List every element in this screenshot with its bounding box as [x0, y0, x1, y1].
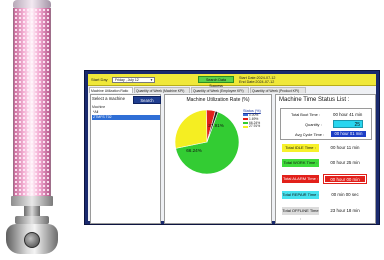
status-panel-title: Machine Time Status List :	[279, 97, 350, 103]
avg-cycle-label: Avg Cycle Time :	[295, 132, 325, 137]
monitoring-app-window: Start Day Friday , July 12 ▼ Search Data…	[84, 70, 380, 225]
legend-label: 27.91%	[249, 124, 261, 129]
machine-list[interactable]: *All ZTMFS T02	[92, 110, 160, 120]
work-time-label: Total WORK Time :	[282, 159, 319, 167]
repair-time-value: 00 min 00 sec	[331, 192, 359, 197]
tower-light-base	[15, 216, 49, 224]
chevron-down-icon[interactable]: ▼	[150, 78, 153, 82]
legend-swatch	[243, 125, 248, 128]
legend-swatch	[243, 121, 248, 124]
total-boot-value: 00 hour 41 min	[333, 111, 363, 117]
pie-label-1: 27.91%	[208, 123, 224, 128]
legend-swatch	[243, 114, 248, 117]
chart-legend: Status (%) 0.00% 1.69% 66.24% 27.91%	[243, 109, 271, 129]
utilization-pie-chart: 66.24% 27.91%	[174, 109, 240, 175]
quantity-label: Quantity :	[305, 122, 322, 127]
tab-bar: Machine Utilization Ratio Quantity of We…	[89, 87, 371, 93]
start-day-picker[interactable]: Friday , July 12 ▼	[112, 76, 155, 83]
tab-product-kpi[interactable]: Quantity of Week (Product KPI)	[250, 87, 306, 93]
search-button[interactable]: Search	[133, 96, 161, 104]
tower-light-neck	[24, 206, 40, 216]
start-day-value: Friday , July 12	[115, 78, 139, 82]
date-range: Start Date:2024-07-12 End Date:2024-07-1…	[239, 76, 276, 85]
offline-time-value: 23 hour 18 min	[330, 208, 360, 213]
work-time-value: 00 hour 25 min	[330, 160, 360, 165]
pie-slice-1	[174, 109, 208, 149]
alarm-time-value: 00 hour 00 min	[323, 174, 367, 184]
select-machine-label: Select a machine	[92, 96, 125, 101]
product-scene: Start Day Friday , July 12 ▼ Search Data…	[0, 0, 384, 260]
repair-time-label: Total REPAIR Time :	[282, 191, 319, 199]
total-boot-label: Total Boot Time :	[291, 112, 320, 117]
idle-time-value: 00 hour 11 min	[330, 145, 360, 150]
avg-cycle-value: 00 hour 01 min	[331, 131, 366, 137]
tab-machine-kpi[interactable]: Quantity of Week (Machine KPI)	[134, 87, 190, 93]
time-status-panel: Machine Time Status List : Total Boot Ti…	[275, 94, 376, 224]
search-data-button[interactable]: Search Data Success	[198, 76, 234, 88]
date-toolbar: Start Day Friday , July 12 ▼ Search Data…	[88, 74, 376, 88]
legend-entry: 27.91%	[243, 124, 271, 129]
tower-light-cap	[13, 0, 51, 8]
tab-employee-kpi[interactable]: Quantity of Week (Employee KPI)	[191, 87, 249, 93]
machine-select-panel: Select a machine Search Machine *All ZTM…	[90, 94, 161, 224]
quantity-value: 25	[333, 120, 363, 128]
utilization-chart-panel: Machine Utilization Rate (%) 66.24% 27.91…	[164, 94, 272, 224]
pie-label-0: 66.24%	[186, 148, 202, 153]
app-content: Start Day Friday , July 12 ▼ Search Data…	[88, 74, 376, 224]
end-date-text: End Date:2024-07-12	[239, 79, 275, 84]
tower-light-ring	[11, 196, 53, 206]
legend-swatch	[243, 117, 248, 120]
machine-column-header: Machine	[92, 105, 106, 109]
tower-light-bolt	[24, 232, 40, 248]
tower-light-image	[4, 0, 60, 260]
offline-time-label: Total OFFLINE Time :	[282, 207, 319, 221]
tower-light-led-tube	[13, 8, 51, 196]
start-day-label: Start Day	[91, 77, 108, 82]
tab-machine-utilization[interactable]: Machine Utilization Ratio	[89, 87, 133, 93]
chart-title: Machine Utilization Rate (%)	[186, 97, 250, 103]
idle-time-label: Total IDLE Time :	[282, 144, 319, 152]
alarm-time-label: Total ALARM Time :	[282, 175, 319, 183]
list-item[interactable]: ZTMFS T02	[92, 115, 160, 120]
summary-box: Total Boot Time : 00 hour 41 min Quantit…	[280, 108, 372, 140]
